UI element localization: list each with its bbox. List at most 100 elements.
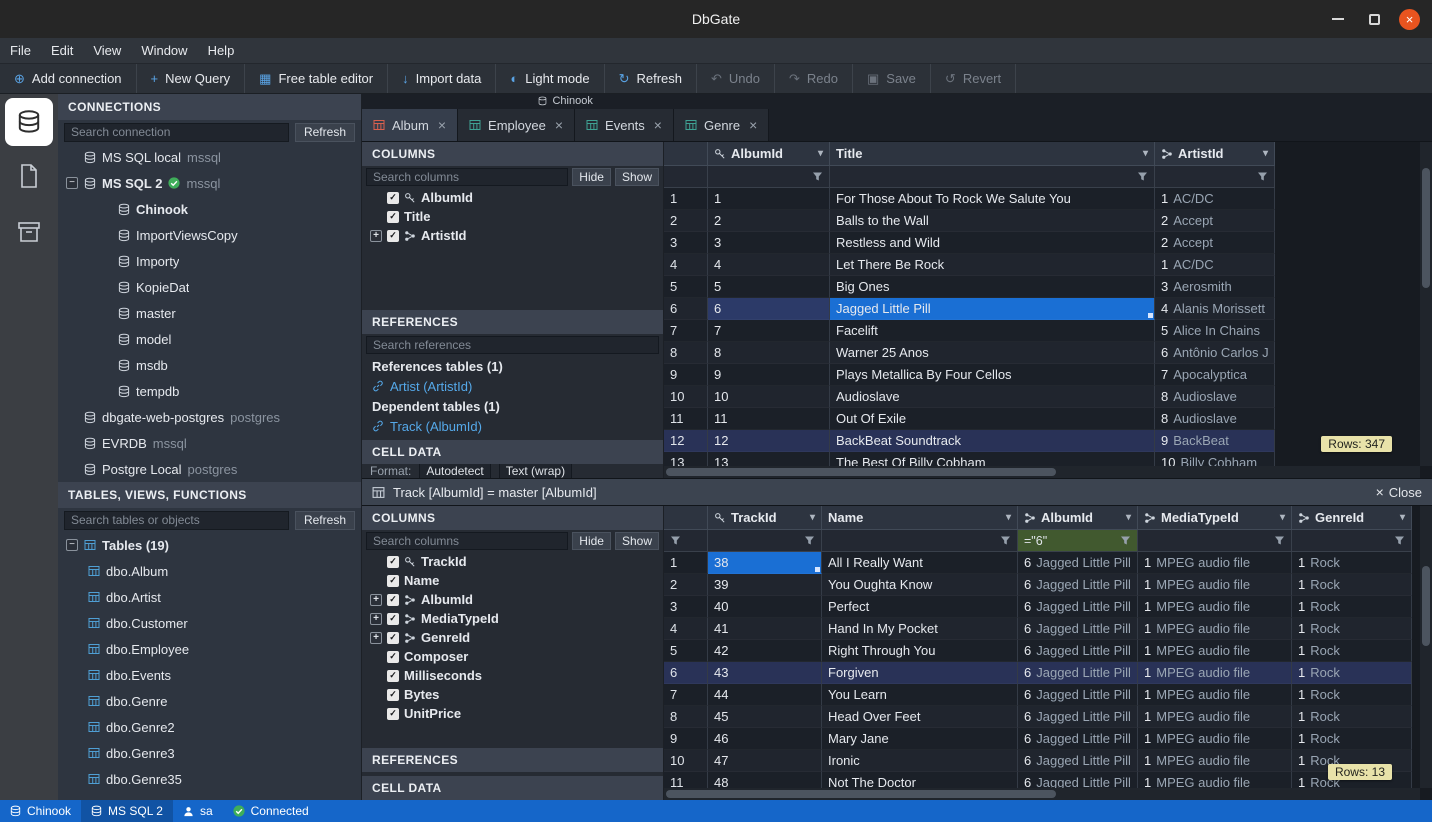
table-row[interactable]: 8 8 Warner 25 Anos 6Antônio Carlos J [664,342,1275,364]
column-header-trackid[interactable]: TrackId ▾ [708,506,822,530]
filter-funnel-icon[interactable] [1274,535,1285,546]
cell-albumid[interactable]: 13 [708,452,830,466]
cell-genreid[interactable]: 1Rock [1292,706,1412,728]
cell-title[interactable]: Let There Be Rock [830,254,1155,276]
cell-albumid[interactable]: 9 [708,364,830,386]
filter-funnel-icon[interactable] [1120,535,1131,546]
cell-genreid[interactable]: 1Rock [1292,618,1412,640]
show-button[interactable]: Show [615,532,659,550]
row-number[interactable]: 3 [664,596,708,618]
column-header-mediatypeid[interactable]: MediaTypeId ▾ [1138,506,1292,530]
search-columns-input[interactable] [366,168,568,186]
cell-albumid[interactable]: 6Jagged Little Pill [1018,772,1138,788]
cell-artistid[interactable]: 3Aerosmith [1155,276,1275,298]
table-row[interactable]: 2 39 You Oughta Know 6Jagged Little Pill… [664,574,1412,596]
cell-albumid[interactable]: 6Jagged Little Pill [1018,618,1138,640]
filter-genreid[interactable] [1292,530,1412,552]
table-item[interactable]: dbo.Album [58,558,361,584]
expand-toggle-icon[interactable]: − [66,539,78,551]
toolbar-button[interactable]: ↶ Undo [697,64,775,93]
table-row[interactable]: 8 45 Head Over Feet 6Jagged Little Pill … [664,706,1412,728]
cell-albumid[interactable]: 6Jagged Little Pill [1018,640,1138,662]
filter-trackid[interactable] [708,530,822,552]
expand-toggle-icon[interactable]: + [370,613,382,625]
cell-artistid[interactable]: 1AC/DC [1155,188,1275,210]
cell-albumid[interactable]: 7 [708,320,830,342]
connection-item[interactable]: model [58,326,361,352]
wrap-select[interactable]: Text (wrap) [499,464,572,478]
connection-item[interactable]: Chinook [58,196,361,222]
cell-albumid[interactable]: 6Jagged Little Pill [1018,706,1138,728]
horizontal-scrollbar[interactable] [664,788,1420,800]
cell-genreid[interactable]: 1Rock [1292,640,1412,662]
toolbar-button[interactable]: ↻ Refresh [605,64,697,93]
show-button[interactable]: Show [615,168,659,186]
column-menu-icon[interactable]: ▾ [1143,148,1148,159]
cell-title[interactable]: Plays Metallica By Four Cellos [830,364,1155,386]
filter-artistid[interactable] [1155,166,1275,188]
connection-item[interactable]: EVRDB mssql [58,430,361,456]
vertical-scrollbar[interactable] [1420,142,1432,466]
row-number[interactable]: 4 [664,618,708,640]
table-item[interactable]: dbo.Genre [58,688,361,714]
cell-title[interactable]: BackBeat Soundtrack [830,430,1155,452]
cell-mediatypeid[interactable]: 1MPEG audio file [1138,684,1292,706]
toolbar-button[interactable]: ◐ Light mode [496,64,604,93]
filter-funnel-icon[interactable] [1394,535,1405,546]
column-checkbox[interactable] [387,708,399,720]
nav-files-button[interactable] [0,148,58,204]
cell-title[interactable]: Audioslave [830,386,1155,408]
row-number[interactable]: 6 [664,298,708,320]
scrollbar-thumb[interactable] [666,790,1056,798]
cell-mediatypeid[interactable]: 1MPEG audio file [1138,618,1292,640]
expand-toggle-icon[interactable]: + [370,632,382,644]
column-item[interactable]: Bytes [362,685,663,704]
table-row[interactable]: 5 42 Right Through You 6Jagged Little Pi… [664,640,1412,662]
table-item[interactable]: dbo.Employee [58,636,361,662]
filter-funnel-icon[interactable] [812,171,823,182]
cell-mediatypeid[interactable]: 1MPEG audio file [1138,706,1292,728]
column-item[interactable]: + ArtistId [362,226,663,245]
cell-name[interactable]: Mary Jane [822,728,1018,750]
cell-genreid[interactable]: 1Rock [1292,596,1412,618]
column-menu-icon[interactable]: ▾ [1006,512,1011,523]
connection-item[interactable]: − MS SQL 2 mssql [58,170,361,196]
column-menu-icon[interactable]: ▾ [1280,512,1285,523]
column-header-albumid[interactable]: AlbumId ▾ [1018,506,1138,530]
cell-mediatypeid[interactable]: 1MPEG audio file [1138,552,1292,574]
cell-albumid[interactable]: 6Jagged Little Pill [1018,596,1138,618]
reference-link[interactable]: Artist (ArtistId) [362,376,663,396]
row-number[interactable]: 9 [664,364,708,386]
tab[interactable]: Employee × [458,109,575,141]
table-row[interactable]: 7 44 You Learn 6Jagged Little Pill 1MPEG… [664,684,1412,706]
row-number[interactable]: 3 [664,232,708,254]
cell-artistid[interactable]: 1AC/DC [1155,254,1275,276]
cell-title[interactable]: The Best Of Billy Cobham [830,452,1155,466]
cell-name[interactable]: All I Really Want [822,552,1018,574]
search-references-input[interactable] [366,336,659,354]
column-checkbox[interactable] [387,613,399,625]
menu-item[interactable]: File [0,38,41,63]
column-header-genreid[interactable]: GenreId ▾ [1292,506,1412,530]
cell-albumid[interactable]: 11 [708,408,830,430]
cell-name[interactable]: Perfect [822,596,1018,618]
cell-genreid[interactable]: 1Rock [1292,728,1412,750]
connection-item[interactable]: msdb [58,352,361,378]
column-checkbox[interactable] [387,230,399,242]
cell-title[interactable]: Warner 25 Anos [830,342,1155,364]
scrollbar-thumb[interactable] [1422,566,1430,646]
column-checkbox[interactable] [387,575,399,587]
tab-close-icon[interactable]: × [749,117,757,133]
tab[interactable]: Genre × [674,109,769,141]
filter-input[interactable] [1024,534,1115,548]
cell-title[interactable]: Restless and Wild [830,232,1155,254]
column-menu-icon[interactable]: ▾ [810,512,815,523]
table-item[interactable]: dbo.Events [58,662,361,688]
search-tables-input[interactable] [64,511,289,530]
connection-item[interactable]: ImportViewsCopy [58,222,361,248]
column-checkbox[interactable] [387,689,399,701]
row-number[interactable]: 13 [664,452,708,466]
cell-albumid[interactable]: 1 [708,188,830,210]
column-checkbox[interactable] [387,211,399,223]
filter-title[interactable] [830,166,1155,188]
